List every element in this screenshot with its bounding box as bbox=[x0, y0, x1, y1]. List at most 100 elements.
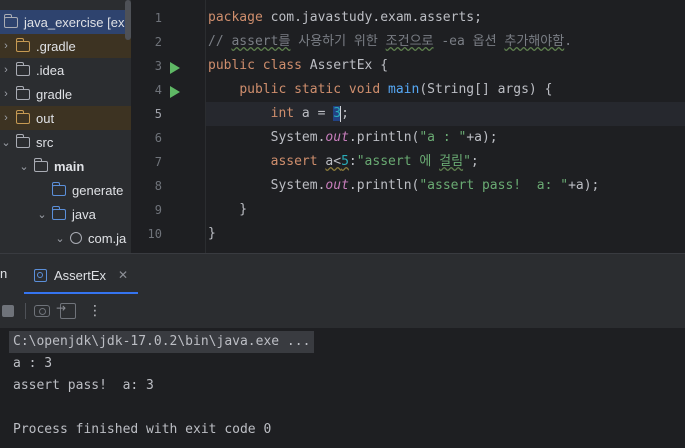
tree-item-gradle-dir[interactable]: › .gradle bbox=[0, 34, 131, 58]
tab-assertex[interactable]: AssertEx ✕ bbox=[24, 258, 139, 294]
code-text: ; bbox=[470, 154, 479, 169]
toolbar-separator bbox=[25, 303, 26, 319]
stop-icon[interactable] bbox=[2, 305, 14, 317]
string-literal: "a : " bbox=[419, 130, 467, 145]
tree-item-main[interactable]: ⌄ main bbox=[0, 154, 131, 178]
tree-item-gradle[interactable]: › gradle bbox=[0, 82, 131, 106]
tree-item-generated[interactable]: generate bbox=[0, 178, 131, 202]
code-line-5-current: int a = 3; bbox=[206, 102, 685, 126]
code-text: System. bbox=[270, 178, 326, 193]
keyword: public class bbox=[208, 58, 302, 73]
string-literal: "assert 에 bbox=[356, 154, 440, 169]
console-output-line: a : 3 bbox=[13, 356, 53, 371]
tree-item-label: out bbox=[36, 110, 55, 126]
folder-icon bbox=[51, 181, 66, 196]
java-class-icon bbox=[34, 268, 47, 282]
comment-text: assert를 bbox=[231, 34, 291, 49]
keyword: package bbox=[208, 10, 263, 25]
tab-label: AssertEx bbox=[54, 267, 107, 283]
folder-icon bbox=[15, 109, 30, 124]
line-number: 1 bbox=[154, 11, 162, 25]
run-class-icon[interactable] bbox=[170, 62, 180, 74]
folder-icon bbox=[15, 61, 30, 76]
tree-item-label: main bbox=[54, 158, 85, 174]
comment-text: . bbox=[564, 34, 573, 49]
comment-text: 추가해야함 bbox=[504, 34, 565, 49]
keyword: public static void bbox=[239, 82, 381, 97]
line-number bbox=[132, 246, 162, 253]
code-line-6: System.out.println("a : "+a); bbox=[206, 126, 685, 150]
code-text: +a); bbox=[568, 178, 600, 193]
code-text: System. bbox=[270, 130, 326, 145]
chevron-right-icon[interactable]: › bbox=[0, 88, 12, 100]
line-number: 3 bbox=[154, 59, 162, 73]
keyword: int bbox=[270, 106, 295, 121]
code-text: .println( bbox=[348, 130, 420, 145]
folder-icon bbox=[33, 157, 48, 172]
folder-icon bbox=[3, 13, 18, 28]
code-line-3: public class AssertEx { bbox=[206, 54, 685, 78]
tree-item-project-root[interactable]: java_exercise [exa bbox=[0, 10, 132, 34]
editor-gutter: 1 2 3 4 5 6 7 8 9 10 bbox=[132, 0, 206, 253]
tree-item-src[interactable]: ⌄ src bbox=[0, 130, 131, 154]
tool-window-title: n bbox=[0, 266, 8, 281]
function-name: main bbox=[388, 82, 420, 97]
field-name: out bbox=[325, 130, 349, 145]
string-literal: "assert pass! a: " bbox=[419, 178, 569, 193]
chevron-right-icon[interactable]: › bbox=[0, 40, 12, 52]
run-toolbar: ⋮ bbox=[0, 294, 685, 328]
folder-icon bbox=[15, 133, 30, 148]
package-icon bbox=[70, 232, 82, 244]
code-line-4: public static void main(String[] args) { bbox=[206, 78, 685, 102]
console-output[interactable]: C:\openjdk\jdk-17.0.2\bin\java.exe ... a… bbox=[0, 328, 685, 448]
tree-item-label: generate bbox=[72, 182, 124, 198]
chevron-down-icon[interactable]: ⌄ bbox=[36, 208, 48, 221]
code-line-10: } bbox=[208, 226, 216, 241]
chevron-down-icon[interactable]: ⌄ bbox=[0, 136, 12, 149]
line-number: 8 bbox=[154, 179, 162, 193]
code-text: +a); bbox=[466, 130, 498, 145]
chevron-right-icon[interactable]: › bbox=[0, 64, 12, 76]
tree-item-idea[interactable]: › .idea bbox=[0, 58, 131, 82]
tree-scrollbar[interactable] bbox=[125, 0, 131, 40]
line-number: 2 bbox=[154, 35, 162, 49]
tree-item-label: com.ja bbox=[88, 230, 127, 246]
console-output-line: assert pass! a: 3 bbox=[13, 378, 154, 393]
code-text: a = bbox=[294, 106, 334, 121]
keyword: assert bbox=[270, 154, 318, 169]
comment-text: 조건으로 bbox=[385, 34, 434, 49]
code-text: AssertEx { bbox=[301, 58, 389, 73]
code-text: : bbox=[348, 154, 357, 169]
close-icon[interactable]: ✕ bbox=[118, 268, 128, 282]
tree-item-label: .gradle bbox=[36, 38, 76, 54]
tree-item-package[interactable]: ⌄ com.ja bbox=[0, 226, 131, 250]
chevron-down-icon[interactable]: ⌄ bbox=[54, 232, 66, 245]
line-number: 4 bbox=[154, 83, 162, 97]
code-text: (String[] args) { bbox=[419, 82, 553, 97]
code-line-8: System.out.println("assert pass! a: "+a)… bbox=[206, 174, 685, 198]
string-literal: " bbox=[463, 154, 471, 169]
chevron-down-icon[interactable]: ⌄ bbox=[18, 160, 30, 173]
camera-icon[interactable] bbox=[34, 305, 50, 317]
run-main-icon[interactable] bbox=[170, 86, 180, 98]
tree-item-java[interactable]: ⌄ java bbox=[0, 202, 131, 226]
more-options-icon[interactable]: ⋮ bbox=[88, 303, 104, 319]
exit-icon[interactable] bbox=[56, 301, 76, 319]
chevron-right-icon[interactable]: › bbox=[0, 112, 12, 124]
code-line-9: } bbox=[208, 202, 248, 217]
line-number-current: 5 bbox=[154, 107, 162, 121]
string-literal: 걸림 bbox=[439, 154, 464, 169]
code-editor[interactable]: package com.javastudy.exam.asserts; // a… bbox=[206, 0, 685, 253]
console-command-line[interactable]: C:\openjdk\jdk-17.0.2\bin\java.exe ... bbox=[9, 331, 315, 353]
code-text: com.javastudy.exam.asserts; bbox=[262, 10, 482, 25]
tree-item-label: .idea bbox=[36, 62, 65, 78]
tree-item-label: java_exercise [exa bbox=[24, 14, 132, 30]
code-line-1: package com.javastudy.exam.asserts; bbox=[206, 6, 685, 30]
console-exit-line: Process finished with exit code 0 bbox=[13, 422, 272, 437]
tree-item-out[interactable]: › out bbox=[0, 106, 131, 130]
